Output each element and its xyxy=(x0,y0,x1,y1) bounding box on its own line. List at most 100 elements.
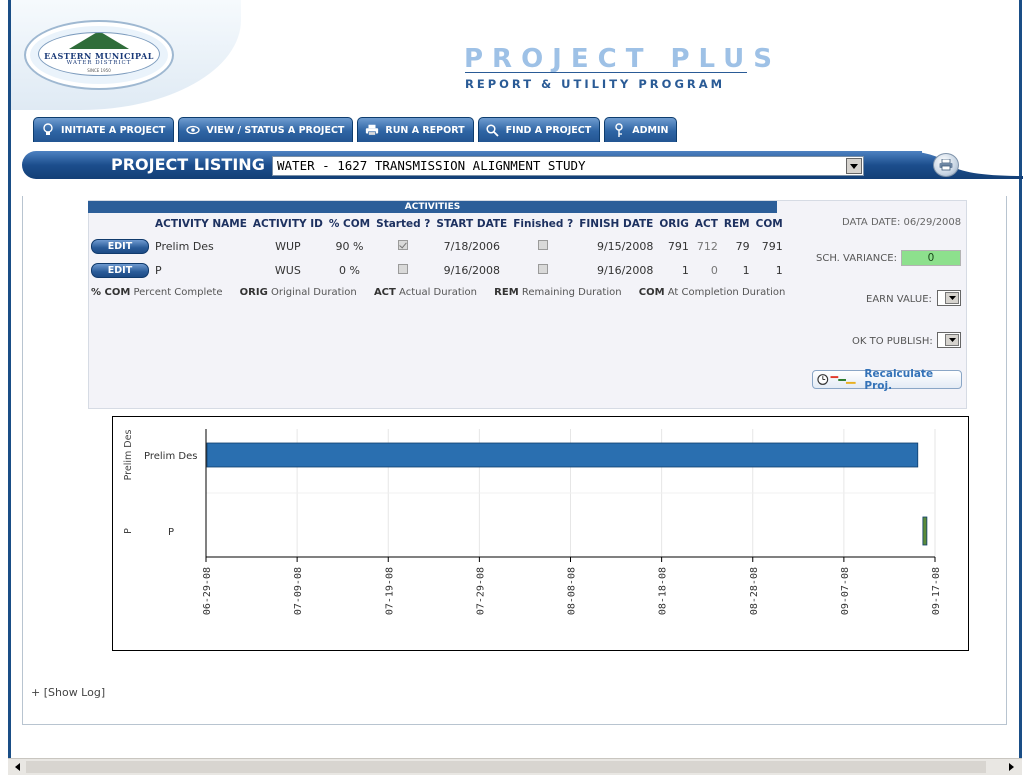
logo-org-line2: WATER DISTRICT xyxy=(66,60,132,66)
col-pct-com: % COM xyxy=(328,218,371,230)
sch-variance-value: 0 xyxy=(901,250,961,266)
start-date: 9/16/2008 xyxy=(443,263,501,277)
app-subtitle: REPORT & UTILITY PROGRAM xyxy=(465,77,726,91)
legend-item: COM At Completion Duration xyxy=(638,287,786,298)
magnifier-icon xyxy=(486,123,500,137)
rem-duration: 79 xyxy=(735,239,750,253)
legend-item: % COM Percent Complete xyxy=(91,287,223,298)
gantt-group-label: P xyxy=(123,528,134,534)
chevron-down-icon xyxy=(945,334,959,346)
ok-to-publish-label: OK TO PUBLISH: xyxy=(852,336,933,347)
col-activity-name: ACTIVITY NAME xyxy=(155,218,247,230)
arrow-right-icon xyxy=(1008,763,1014,771)
col-rem: REM xyxy=(723,218,750,230)
project-select[interactable]: WATER - 1627 TRANSMISSION ALIGNMENT STUD… xyxy=(272,156,864,176)
activity-id: WUS xyxy=(274,263,301,277)
printer-icon xyxy=(939,159,953,171)
logo-org-line3: SINCE 1950 xyxy=(87,68,111,73)
recalculate-project-button[interactable]: Recalculate Proj. xyxy=(812,367,962,392)
scroll-right-button[interactable] xyxy=(1004,760,1018,774)
main-nav-tabs: INITIATE A PROJECT VIEW / STATUS A PROJE… xyxy=(33,117,678,142)
gantt-category-label: Prelim Des xyxy=(144,451,197,462)
col-finished: Finished ? xyxy=(513,218,574,230)
print-button[interactable] xyxy=(933,153,959,177)
tab-run-report[interactable]: RUN A REPORT xyxy=(357,117,474,142)
finish-date: 9/15/2008 xyxy=(596,239,654,253)
finish-date: 9/16/2008 xyxy=(596,263,654,277)
gantt-recalc-icon xyxy=(817,374,856,385)
finished-cell xyxy=(510,258,576,282)
arrow-left-icon xyxy=(14,763,20,771)
x-tick-label: 06-29-08 xyxy=(202,567,213,615)
recalculate-label: Recalculate Proj. xyxy=(864,367,934,392)
chevron-down-icon xyxy=(945,292,959,304)
show-log-link[interactable]: + [Show Log] xyxy=(31,686,105,699)
printer-icon xyxy=(365,123,379,137)
chevron-down-icon[interactable] xyxy=(846,158,862,174)
started-cell xyxy=(373,258,433,282)
col-start-date: START DATE xyxy=(436,218,508,230)
selected-project: WATER - 1627 TRANSMISSION ALIGNMENT STUD… xyxy=(277,158,586,173)
tab-initiate-project[interactable]: INITIATE A PROJECT xyxy=(33,117,175,142)
orig-duration: 1 xyxy=(681,263,689,277)
col-finish-date: FINISH DATE xyxy=(579,218,654,230)
app-window: EASTERN MUNICIPAL WATER DISTRICT SINCE 1… xyxy=(0,0,1029,775)
gantt-chart-frame: 06-29-08 07-09-08 07-19-08 07-29-08 08-08-08… xyxy=(112,416,969,651)
finished-cell xyxy=(510,234,576,258)
edit-button[interactable]: EDIT xyxy=(91,262,149,278)
tab-label: ADMIN xyxy=(632,124,669,136)
gantt-bar xyxy=(206,442,919,468)
tab-label: FIND A PROJECT xyxy=(505,124,592,136)
rem-duration: 1 xyxy=(742,263,750,277)
lightbulb-icon xyxy=(41,123,55,137)
app-title: PROJECT PLUS xyxy=(464,44,782,74)
x-tick-label: 08-28-08 xyxy=(749,567,760,615)
x-tick-label: 07-09-08 xyxy=(293,567,304,615)
table-header-row: ACTIVITY NAME ACTIVITY ID % COM Started … xyxy=(88,214,786,234)
col-edit xyxy=(88,214,152,234)
listing-bar-tail xyxy=(895,151,1023,179)
com-duration: 791 xyxy=(761,239,783,253)
tab-admin[interactable]: ADMIN xyxy=(604,117,678,142)
x-tick-label: 09-07-08 xyxy=(840,567,851,615)
x-tick-label: 07-29-08 xyxy=(475,567,486,615)
table-row: EDIT Prelim Des WUP 90 % 7/18/2006 9/15/… xyxy=(88,234,786,258)
table-row: EDIT P WUS 0 % 9/16/2008 9/16/2008 1 0 1… xyxy=(88,258,786,282)
started-checkbox[interactable] xyxy=(398,263,409,274)
tab-label: VIEW / STATUS A PROJECT xyxy=(206,124,345,136)
horizontal-scrollbar[interactable] xyxy=(8,758,1022,775)
start-date: 7/18/2006 xyxy=(443,239,501,253)
finished-checkbox[interactable] xyxy=(538,263,549,274)
sch-variance-label: SCH. VARIANCE: xyxy=(816,253,897,264)
ok-to-publish-select[interactable] xyxy=(937,332,961,348)
gantt-category-label: P xyxy=(168,527,174,538)
tab-find-project[interactable]: FIND A PROJECT xyxy=(477,117,601,142)
mountain-icon xyxy=(69,33,129,49)
finished-checkbox[interactable] xyxy=(538,239,549,250)
tab-label: RUN A REPORT xyxy=(385,124,465,136)
tab-label: INITIATE A PROJECT xyxy=(61,124,166,136)
activities-title: ACTIVITIES xyxy=(88,201,777,213)
gantt-group-label: Prelim Des xyxy=(123,430,134,481)
earn-value-select[interactable] xyxy=(937,290,961,306)
title-divider xyxy=(465,72,747,73)
act-duration: 712 xyxy=(696,239,718,253)
tab-view-status-project[interactable]: VIEW / STATUS A PROJECT xyxy=(178,117,354,142)
started-checkbox[interactable] xyxy=(398,239,409,250)
scroll-left-button[interactable] xyxy=(10,760,24,774)
legend-item: REM Remaining Duration xyxy=(494,287,622,298)
key-icon xyxy=(612,122,626,137)
pct-com: 90 % xyxy=(335,239,364,253)
edit-button[interactable]: EDIT xyxy=(91,238,149,254)
edit-cell: EDIT xyxy=(88,258,152,282)
legend-item: ORIG Original Duration xyxy=(239,287,357,298)
orig-duration: 791 xyxy=(667,239,689,253)
activities-table: ACTIVITY NAME ACTIVITY ID % COM Started … xyxy=(88,214,786,282)
activity-name: Prelim Des xyxy=(155,239,214,253)
legend-item: ACT Actual Duration xyxy=(373,287,477,298)
col-started: Started ? xyxy=(376,218,431,230)
edit-cell: EDIT xyxy=(88,234,152,258)
scroll-thumb[interactable] xyxy=(26,761,986,773)
x-tick-label: 07-19-08 xyxy=(384,567,395,615)
abbreviation-legend: % COM Percent Complete ORIG Original Dur… xyxy=(91,287,799,298)
